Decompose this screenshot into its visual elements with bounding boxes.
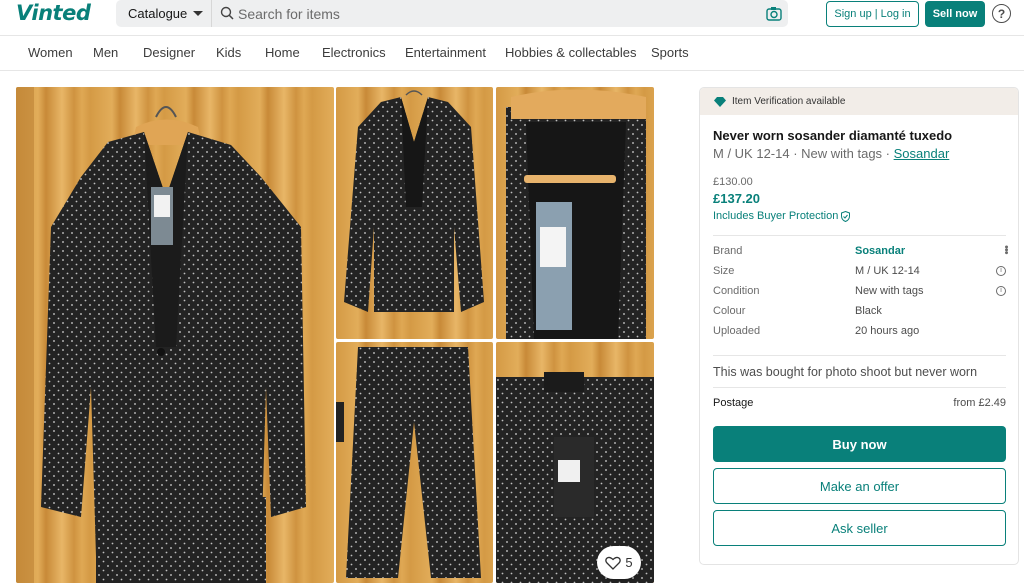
detail-value: New with tags bbox=[855, 285, 924, 297]
buyer-protection-link[interactable]: Includes Buyer Protection bbox=[713, 210, 851, 222]
camera-search-icon[interactable] bbox=[766, 6, 782, 21]
make-offer-button[interactable]: Make an offer bbox=[713, 468, 1006, 504]
more-options-icon[interactable]: ••• bbox=[1000, 245, 1012, 254]
nav-home[interactable]: Home bbox=[265, 45, 300, 60]
item-photo-3[interactable] bbox=[496, 87, 654, 339]
ask-seller-button[interactable]: Ask seller bbox=[713, 510, 1006, 546]
detail-key: Size bbox=[713, 265, 735, 277]
detail-row-size: Size M / UK 12-14 i bbox=[713, 265, 1006, 281]
item-subtitle: M / UK 12-14 · New with tags · Sosandar bbox=[713, 146, 949, 161]
signup-login-button[interactable]: Sign up | Log in bbox=[826, 1, 919, 27]
divider bbox=[713, 355, 1006, 356]
tag-illustration bbox=[506, 89, 646, 339]
buyer-protection-text: Includes Buyer Protection bbox=[713, 210, 839, 222]
item-subtitle-text: M / UK 12-14 · New with tags · bbox=[713, 146, 894, 161]
nav-men[interactable]: Men bbox=[93, 45, 118, 60]
nav-women[interactable]: Women bbox=[28, 45, 73, 60]
item-description: This was bought for photo shoot but neve… bbox=[713, 365, 978, 379]
search-icon bbox=[220, 6, 234, 20]
help-icon[interactable]: ? bbox=[992, 4, 1011, 23]
sell-now-button[interactable]: Sell now bbox=[925, 1, 985, 27]
item-details-panel: Item Verification available Never worn s… bbox=[699, 87, 1019, 565]
search-input[interactable] bbox=[238, 2, 758, 25]
postage-label: Postage bbox=[713, 397, 754, 409]
detail-row-condition: Condition New with tags i bbox=[713, 285, 1006, 301]
nav-sports[interactable]: Sports bbox=[651, 45, 689, 60]
divider bbox=[713, 235, 1006, 236]
detail-key: Colour bbox=[713, 305, 746, 317]
jacket-illustration bbox=[344, 90, 484, 312]
detail-value: Black bbox=[855, 305, 882, 317]
trousers-illustration bbox=[336, 347, 481, 578]
detail-row-uploaded: Uploaded 20 hours ago bbox=[713, 325, 1006, 341]
detail-value: M / UK 12-14 bbox=[855, 265, 920, 277]
price-original: £130.00 bbox=[713, 176, 753, 188]
heart-icon bbox=[605, 556, 622, 570]
shield-icon bbox=[841, 210, 851, 222]
nav-designer[interactable]: Designer bbox=[143, 45, 195, 60]
detail-row-colour: Colour Black bbox=[713, 305, 1006, 321]
detail-value-brand[interactable]: Sosandar bbox=[855, 245, 905, 257]
info-icon[interactable]: i bbox=[996, 286, 1006, 296]
top-header: Vinted Catalogue Sign up | Log in Sell n… bbox=[0, 0, 1024, 34]
nav-entertainment[interactable]: Entertainment bbox=[405, 45, 486, 60]
favourite-button[interactable]: 5 bbox=[597, 546, 641, 579]
favourite-count: 5 bbox=[625, 555, 633, 570]
buy-now-button[interactable]: Buy now bbox=[713, 426, 1006, 462]
nav-hobbies[interactable]: Hobbies & collectables bbox=[505, 45, 637, 60]
nav-electronics[interactable]: Electronics bbox=[322, 45, 386, 60]
detail-key: Uploaded bbox=[713, 325, 761, 337]
detail-row-brand: Brand Sosandar ••• bbox=[713, 245, 1012, 261]
item-photo-main[interactable] bbox=[16, 87, 334, 583]
brand-link[interactable]: Sosandar bbox=[894, 146, 950, 161]
chevron-down-icon bbox=[193, 11, 204, 16]
price-with-protection: £137.20 bbox=[713, 191, 760, 206]
catalogue-label: Catalogue bbox=[128, 6, 188, 21]
search-bar: Catalogue bbox=[116, 0, 788, 27]
item-photo-4[interactable] bbox=[336, 342, 493, 583]
item-photo-2[interactable] bbox=[336, 87, 493, 339]
jacket-illustration bbox=[16, 87, 306, 583]
category-nav: Women Men Designer Kids Home Electronics… bbox=[0, 35, 1024, 71]
detail-value: 20 hours ago bbox=[855, 325, 920, 337]
divider bbox=[713, 387, 1006, 388]
verification-text: Item Verification available bbox=[732, 96, 846, 107]
vinted-logo[interactable]: Vinted bbox=[16, 1, 91, 25]
catalogue-dropdown[interactable]: Catalogue bbox=[116, 0, 212, 27]
diamond-icon bbox=[714, 96, 726, 107]
nav-kids[interactable]: Kids bbox=[216, 45, 241, 60]
info-icon[interactable]: i bbox=[996, 266, 1006, 276]
postage-value: from £2.49 bbox=[953, 397, 1006, 409]
detail-key: Condition bbox=[713, 285, 760, 297]
detail-key: Brand bbox=[713, 245, 743, 257]
verification-banner: Item Verification available bbox=[700, 88, 1018, 115]
item-title: Never worn sosander diamanté tuxedo bbox=[713, 128, 953, 143]
